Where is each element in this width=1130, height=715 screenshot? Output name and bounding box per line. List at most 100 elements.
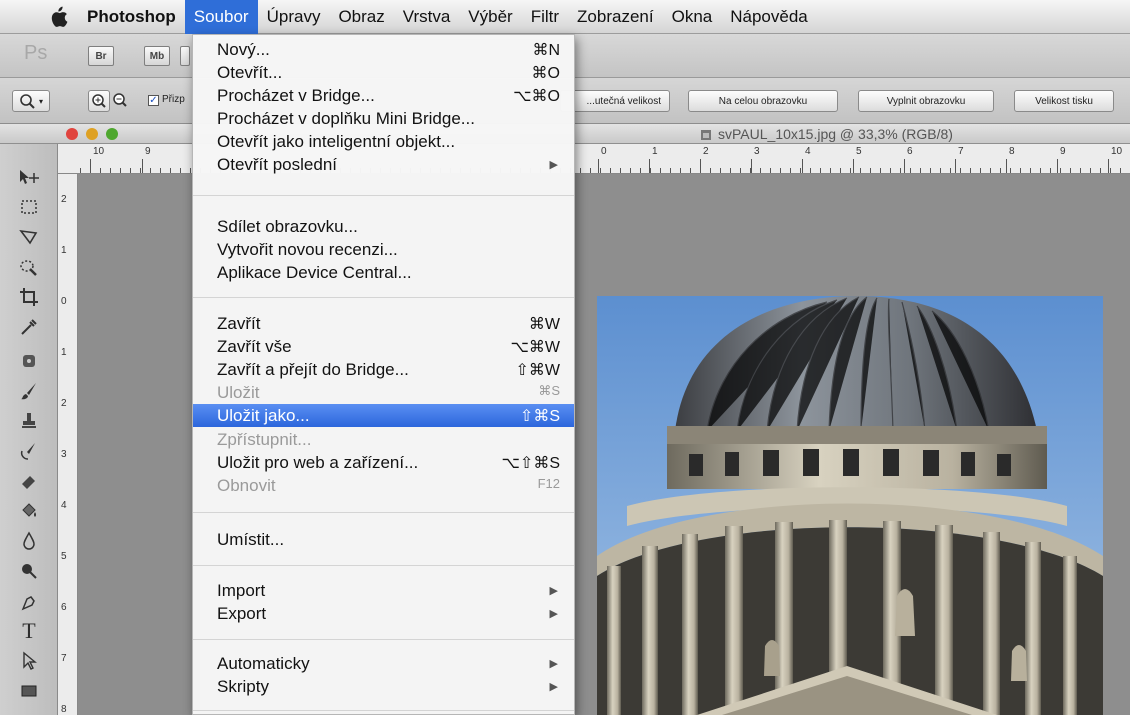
ruler-minor-tick	[110, 168, 111, 173]
minimize-window-button[interactable]	[86, 128, 98, 140]
healing-brush-tool-icon[interactable]	[14, 348, 44, 374]
menu-upravy[interactable]: Úpravy	[258, 0, 330, 34]
menu-okna[interactable]: Okna	[663, 0, 722, 34]
actual-pixels-button[interactable]: ...utečná velikost	[560, 90, 670, 112]
ruler-minor-tick	[900, 168, 901, 173]
eraser-tool-icon[interactable]	[14, 468, 44, 494]
apple-icon[interactable]	[38, 0, 78, 34]
marquee-tool-icon[interactable]	[14, 194, 44, 220]
quick-selection-tool-icon[interactable]	[14, 254, 44, 280]
lasso-tool-icon[interactable]	[14, 224, 44, 250]
menu-item-revert: Obnovit F12	[217, 476, 560, 495]
ruler-number: 1	[61, 245, 67, 256]
ruler-minor-tick	[710, 168, 711, 173]
menu-photoshop[interactable]: Photoshop	[78, 0, 185, 34]
clone-stamp-tool-icon[interactable]	[14, 408, 44, 434]
fill-screen-button[interactable]: Vyplnit obrazovku	[858, 90, 994, 112]
document-icon	[700, 128, 712, 140]
zoom-tool-preset-picker[interactable]: ▾	[12, 90, 50, 112]
ruler-minor-tick	[950, 168, 951, 173]
fit-screen-button[interactable]: Na celou obrazovku	[688, 90, 838, 112]
ruler-minor-tick	[180, 168, 181, 173]
ruler-number: 8	[1009, 146, 1015, 157]
view-extras-button[interactable]	[180, 46, 190, 66]
menu-item-open-smart-object[interactable]: Otevřít jako inteligentní objekt...	[193, 130, 574, 153]
menu-item-scripts[interactable]: Skripty ▶	[193, 675, 574, 698]
ruler-minor-tick	[1030, 168, 1031, 173]
menu-item-share-screen[interactable]: Sdílet obrazovku...	[193, 215, 574, 238]
menu-item-save-as[interactable]: Uložit jako... ⇧⌘S	[193, 404, 574, 427]
menu-separator	[193, 512, 574, 513]
ruler-minor-tick	[590, 168, 591, 173]
menu-zobrazeni[interactable]: Zobrazení	[568, 0, 663, 34]
ruler-minor-tick	[880, 168, 881, 173]
crop-tool-icon[interactable]	[14, 284, 44, 310]
history-brush-tool-icon[interactable]	[14, 438, 44, 464]
menu-item-export[interactable]: Export ▶	[193, 602, 574, 625]
dodge-tool-icon[interactable]	[14, 558, 44, 584]
ruler-minor-tick	[580, 168, 581, 173]
menu-item-open[interactable]: Otevřít... ⌘O	[193, 61, 574, 84]
ruler-minor-tick	[100, 168, 101, 173]
ruler-minor-tick	[1050, 168, 1051, 173]
menu-item-device-central[interactable]: Aplikace Device Central...	[193, 261, 574, 284]
menu-soubor[interactable]: Soubor	[184, 0, 258, 34]
bridge-button[interactable]: Br	[88, 46, 114, 66]
menu-item-close[interactable]: Zavřít ⌘W	[193, 312, 574, 335]
menu-vyber[interactable]: Výběr	[459, 0, 521, 34]
menu-item-open-recent[interactable]: Otevřít poslední ▶	[193, 153, 574, 176]
ruler-minor-tick	[1080, 168, 1081, 173]
menu-napoveda[interactable]: Nápověda	[721, 0, 817, 34]
menu-vrstva[interactable]: Vrstva	[394, 0, 460, 34]
ruler-number: 0	[601, 146, 607, 157]
paint-bucket-tool-icon[interactable]	[14, 498, 44, 524]
ruler-number: 8	[61, 704, 67, 715]
menu-item-browse-bridge[interactable]: Procházet v Bridge... ⌥⌘O	[193, 84, 574, 107]
menu-item-import[interactable]: Import ▶	[193, 579, 574, 602]
document-photo[interactable]	[597, 296, 1103, 715]
zoom-in-icon[interactable]	[88, 90, 110, 112]
menu-item-automate[interactable]: Automaticky ▶	[193, 652, 574, 675]
menu-item-new-review[interactable]: Vytvořit novou recenzi...	[193, 238, 574, 261]
ruler-minor-tick	[90, 168, 91, 173]
ruler-tick	[598, 159, 599, 173]
ruler-number: 9	[1060, 146, 1066, 157]
ruler-minor-tick	[1110, 168, 1111, 173]
type-tool-icon[interactable]: T	[14, 618, 44, 644]
mini-bridge-button[interactable]: Mb	[144, 46, 170, 66]
ruler-minor-tick	[1040, 168, 1041, 173]
pen-tool-icon[interactable]	[14, 590, 44, 616]
menu-separator	[193, 195, 574, 196]
submenu-arrow-icon: ▶	[549, 608, 558, 620]
menu-item-close-all[interactable]: Zavřít vše ⌥⌘W	[193, 335, 574, 358]
print-size-button[interactable]: Velikost tisku	[1014, 90, 1114, 112]
zoom-window-button[interactable]	[106, 128, 118, 140]
menu-item-place[interactable]: Umístit...	[193, 528, 574, 551]
blur-tool-icon[interactable]	[14, 528, 44, 554]
ruler-number: 9	[145, 146, 151, 157]
rectangle-tool-icon[interactable]	[14, 678, 44, 704]
ruler-minor-tick	[820, 168, 821, 173]
ruler-minor-tick	[740, 168, 741, 173]
path-selection-tool-icon[interactable]	[14, 648, 44, 674]
menu-filtr[interactable]: Filtr	[522, 0, 568, 34]
close-window-button[interactable]	[66, 128, 78, 140]
ruler-minor-tick	[850, 168, 851, 173]
eyedropper-tool-icon[interactable]	[14, 314, 44, 340]
move-tool-icon[interactable]	[14, 164, 44, 190]
zoom-out-icon[interactable]	[112, 92, 128, 113]
menu-item-new[interactable]: Nový... ⌘N	[193, 38, 574, 61]
ruler-number: 5	[61, 551, 67, 562]
resize-windows-checkbox[interactable]: ✓	[148, 95, 159, 106]
menu-item-close-go-bridge[interactable]: Zavřít a přejít do Bridge... ⇧⌘W	[193, 358, 574, 381]
ruler-minor-tick	[840, 168, 841, 173]
brush-tool-icon[interactable]	[14, 378, 44, 404]
menu-item-save-for-web[interactable]: Uložit pro web a zařízení... ⌥⇧⌘S	[193, 451, 574, 474]
ruler-minor-tick	[790, 168, 791, 173]
ruler-number: 4	[61, 500, 67, 511]
menu-item-browse-mini-bridge[interactable]: Procházet v doplňku Mini Bridge...	[193, 107, 574, 130]
ruler-minor-tick	[830, 168, 831, 173]
ruler-number: 1	[652, 146, 658, 157]
ruler-tick	[1057, 159, 1058, 173]
menu-obraz[interactable]: Obraz	[329, 0, 393, 34]
